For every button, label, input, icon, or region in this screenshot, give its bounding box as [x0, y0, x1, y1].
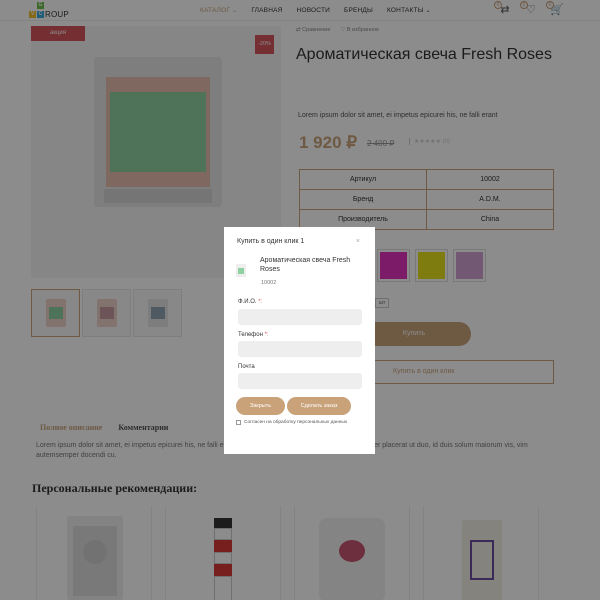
modal-product-name: Ароматическая свеча Fresh Roses: [260, 257, 351, 273]
phone-field[interactable]: [238, 341, 362, 357]
close-button[interactable]: Закрыть: [236, 397, 285, 415]
name-field[interactable]: [238, 309, 362, 325]
close-icon[interactable]: ×: [356, 238, 360, 245]
email-field[interactable]: [238, 373, 362, 389]
consent-label: Согласен на обработку персональных данны…: [244, 420, 348, 425]
field-label-text: Ф.И.О.: [238, 299, 257, 305]
required-mark: *:: [264, 332, 269, 338]
modal-product-code: 10002: [261, 280, 277, 286]
phone-field-label: Телефон *:: [238, 332, 269, 338]
modal-product-thumb: [236, 264, 248, 279]
name-field-label: Ф.И.О. *:: [238, 299, 262, 305]
field-label-text: Телефон: [238, 332, 263, 338]
required-mark: *:: [258, 299, 263, 305]
consent-checkbox[interactable]: [236, 420, 241, 425]
submit-order-button[interactable]: Сделать заказ: [287, 397, 351, 415]
email-field-label: Почта: [238, 364, 255, 370]
one-click-modal: Купить в один клик 1 × Ароматическая све…: [224, 227, 375, 454]
modal-title: Купить в один клик 1: [237, 238, 305, 245]
consent-row[interactable]: Согласен на обработку персональных данны…: [236, 420, 347, 425]
field-label-text: Почта: [238, 364, 255, 370]
